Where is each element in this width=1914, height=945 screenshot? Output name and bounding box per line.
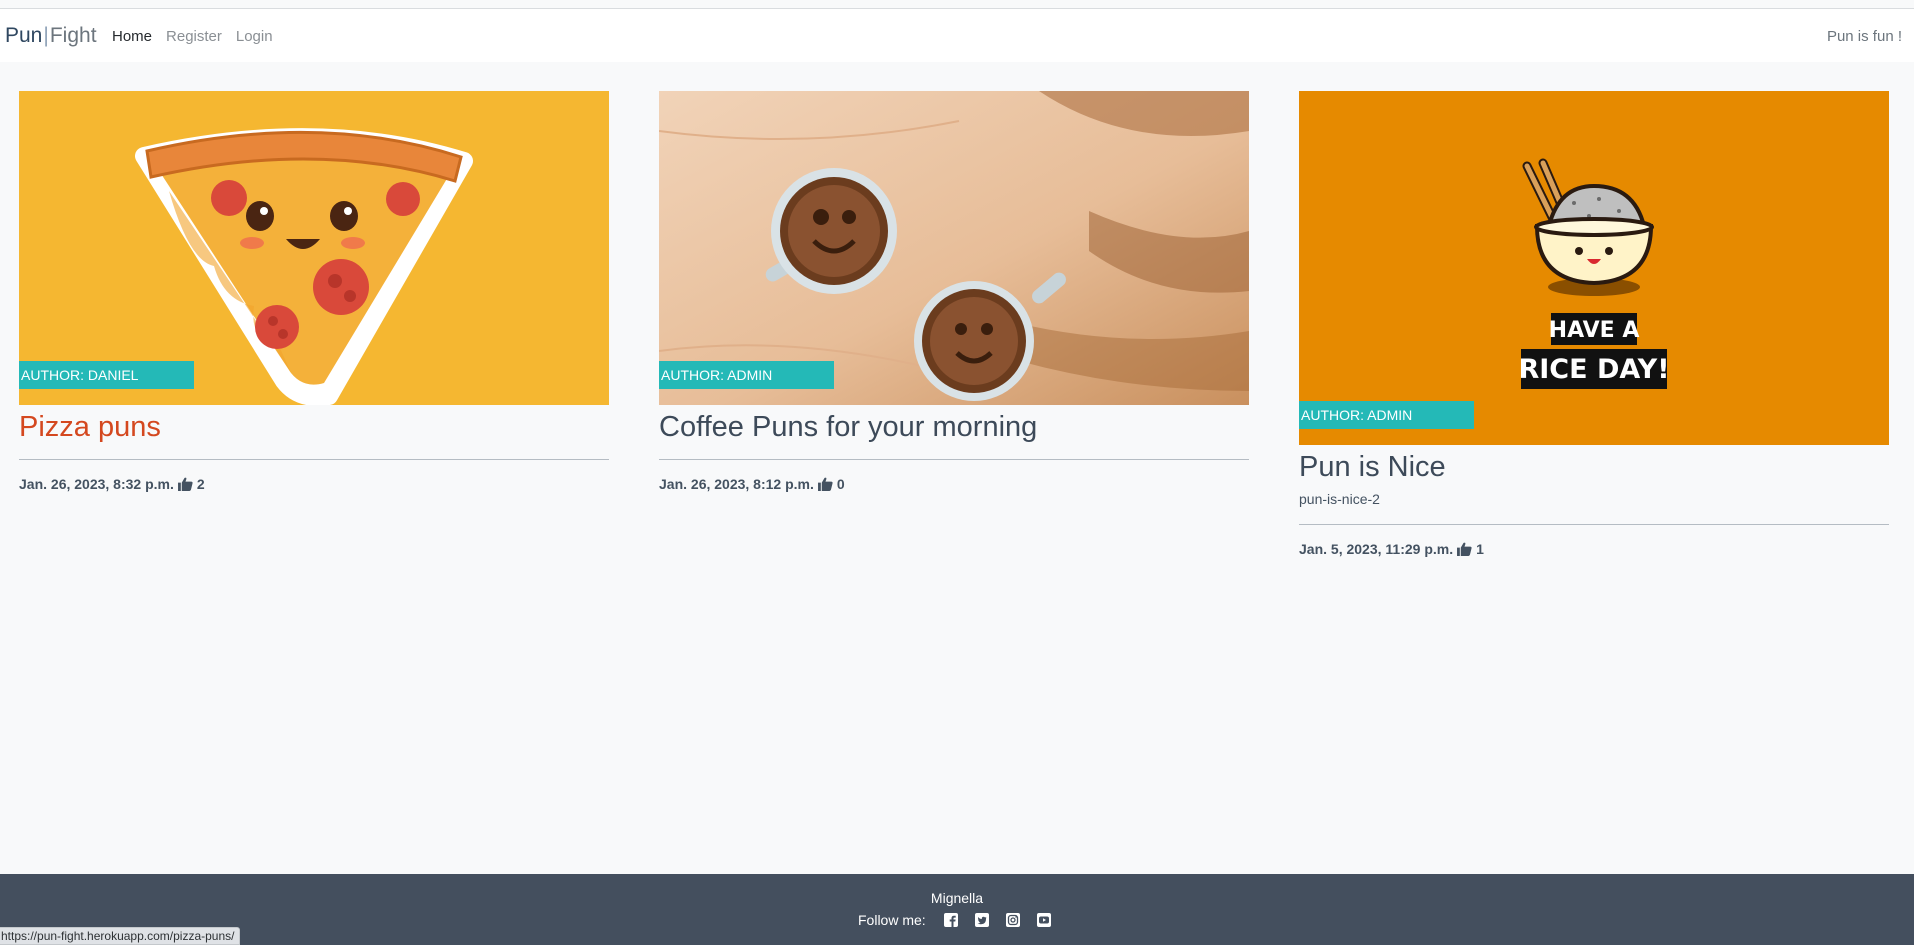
- card-divider: [19, 459, 609, 460]
- instagram-icon[interactable]: [1005, 913, 1020, 927]
- post-date: Jan. 5, 2023, 11:29 p.m.: [1299, 541, 1454, 557]
- post-card-coffee[interactable]: AUTHOR: ADMIN Coffee Puns for your morni…: [659, 91, 1249, 492]
- social-links: Follow me:: [858, 912, 1068, 928]
- nav-link-home[interactable]: Home: [112, 28, 152, 45]
- post-date: Jan. 26, 2023, 8:32 p.m.: [19, 476, 174, 492]
- nav-link-login[interactable]: Login: [236, 28, 273, 45]
- navbar: Pun|Fight Home Register Login Pun is fun…: [0, 9, 1914, 62]
- post-date: Jan. 26, 2023, 8:12 p.m.: [659, 476, 814, 492]
- author-badge: AUTHOR: DANIEL: [19, 361, 194, 389]
- post-title[interactable]: Pun is Nice: [1299, 449, 1889, 485]
- post-meta: Jan. 5, 2023, 11:29 p.m. 1: [1299, 541, 1889, 557]
- thumbs-up-icon: [817, 477, 833, 491]
- like-count: 1: [1476, 541, 1484, 557]
- post-excerpt: pun-is-nice-2: [1299, 491, 1380, 507]
- card-divider: [659, 459, 1249, 460]
- post-title[interactable]: Pizza puns: [19, 409, 609, 445]
- brand-fight: Fight: [49, 24, 97, 47]
- footer-author: Mignella: [930, 890, 984, 906]
- author-badge: AUTHOR: ADMIN: [1299, 401, 1474, 429]
- like-count: 2: [196, 476, 205, 492]
- post-card-pizza[interactable]: AUTHOR: DANIEL Pizza puns Jan. 26, 2023,…: [19, 91, 609, 492]
- post-image-rice[interactable]: HAVE A RICE DAY! AUTHOR: ADMIN: [1299, 91, 1889, 445]
- post-meta: Jan. 26, 2023, 8:32 p.m. 2: [19, 476, 609, 492]
- navbar-tagline: Pun is fun !: [1826, 28, 1902, 45]
- brand-logo[interactable]: Pun|Fight: [5, 24, 97, 48]
- nav-links: Home Register Login: [112, 28, 273, 45]
- brand-separator: |: [43, 24, 49, 47]
- brand-pun: Pun: [5, 24, 43, 47]
- like-count: 0: [836, 476, 845, 492]
- post-image-pizza[interactable]: AUTHOR: DANIEL: [19, 91, 609, 405]
- card-divider: [1299, 524, 1889, 525]
- thumbs-up-icon: [177, 477, 193, 491]
- rice-text-2: RICE DAY!: [1518, 354, 1669, 385]
- post-meta: Jan. 26, 2023, 8:12 p.m. 0: [659, 476, 1249, 492]
- nav-link-register[interactable]: Register: [166, 28, 222, 45]
- post-card-rice[interactable]: HAVE A RICE DAY! AUTHOR: ADMIN Pun is Ni…: [1299, 91, 1889, 557]
- post-image-coffee[interactable]: AUTHOR: ADMIN: [659, 91, 1249, 405]
- rice-bowl-illustration: HAVE A RICE DAY!: [1299, 91, 1889, 445]
- coffee-cups-photo: [659, 91, 1249, 405]
- facebook-icon[interactable]: [943, 913, 958, 927]
- thumbs-up-icon: [1457, 542, 1472, 556]
- pizza-slice-illustration: [19, 91, 609, 405]
- rice-text-1: HAVE A: [1549, 318, 1640, 343]
- footer: Mignella Follow me:: [0, 874, 1914, 945]
- author-badge: AUTHOR: ADMIN: [659, 361, 834, 389]
- twitter-icon[interactable]: [974, 913, 989, 927]
- post-title[interactable]: Coffee Puns for your morning: [659, 409, 1249, 445]
- follow-label: Follow me:: [858, 912, 926, 928]
- youtube-icon[interactable]: [1036, 913, 1051, 927]
- browser-status-url: https://pun-fight.herokuapp.com/pizza-pu…: [0, 927, 241, 945]
